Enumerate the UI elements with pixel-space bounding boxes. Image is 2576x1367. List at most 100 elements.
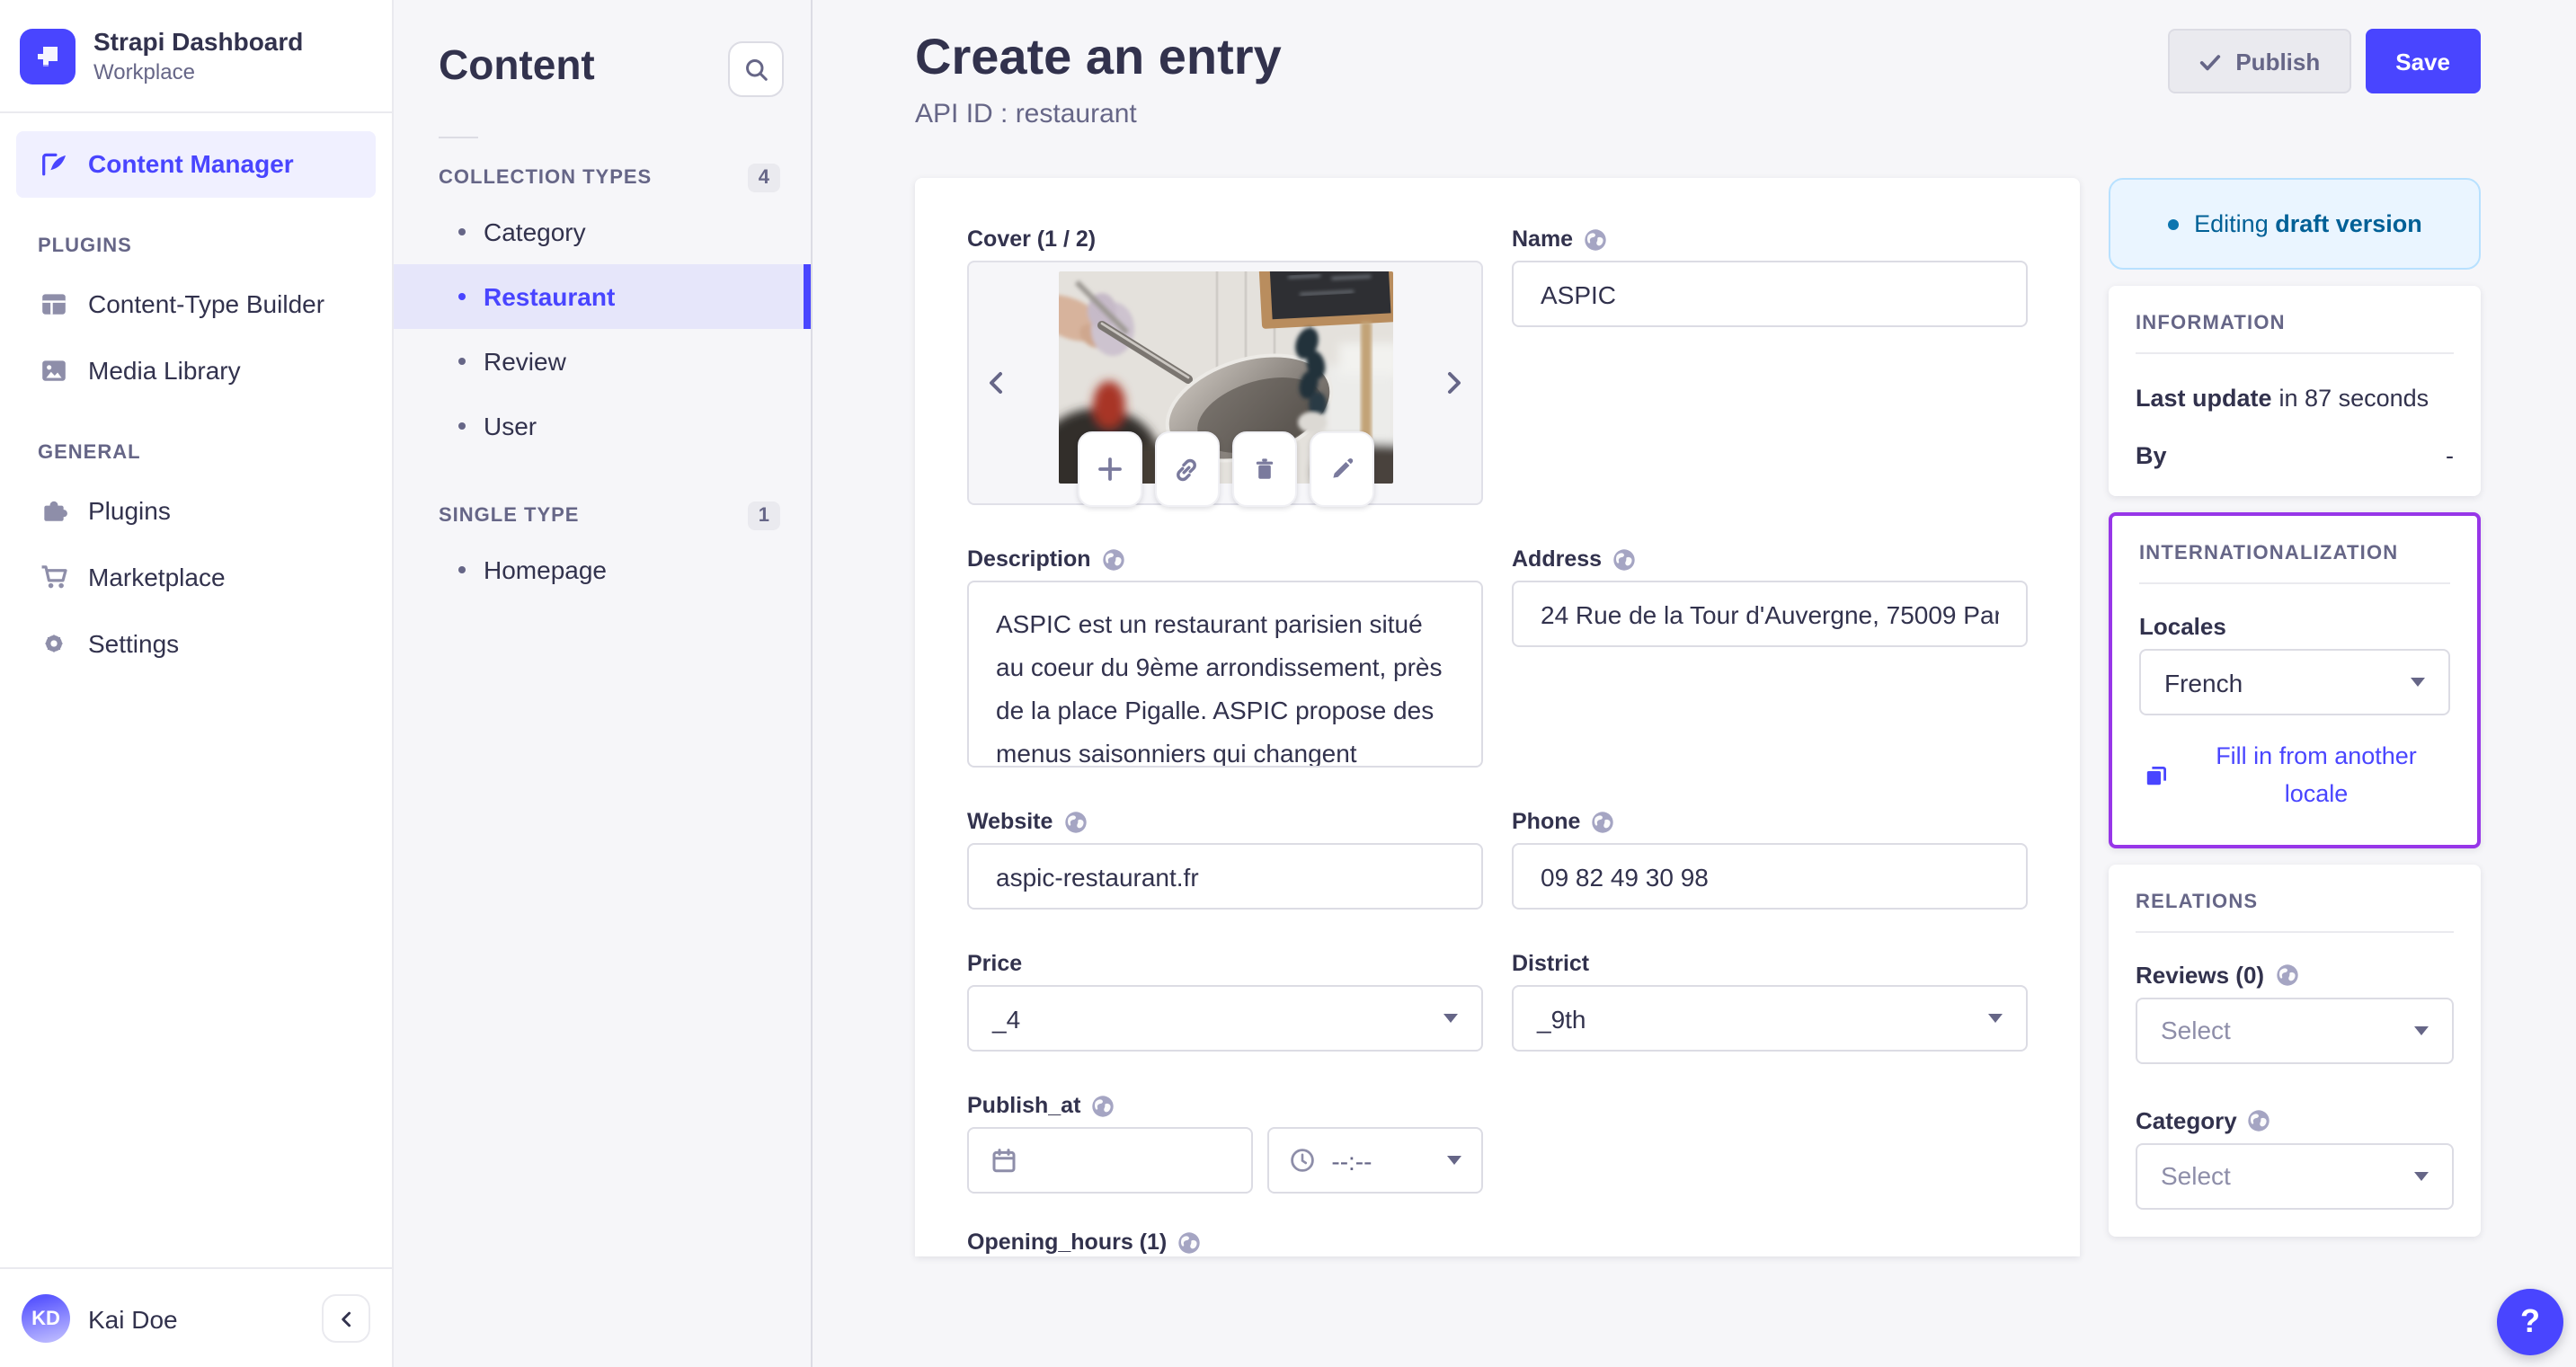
page-title: Create an entry: [915, 29, 1282, 84]
divider: [2136, 930, 2454, 933]
chevron-right-icon: [1448, 372, 1461, 394]
search-button[interactable]: [728, 41, 784, 97]
globe-icon: [1063, 810, 1087, 833]
workspace-name: Workplace: [93, 58, 195, 84]
sidebar-item-settings[interactable]: Settings: [16, 610, 376, 677]
pencil-icon: [1332, 458, 1353, 478]
layout-icon: [38, 289, 68, 318]
reviews-select[interactable]: Select: [2136, 997, 2454, 1064]
collection-type-review[interactable]: Review: [394, 329, 811, 394]
bullet-icon: [458, 293, 466, 300]
carousel-next-button[interactable]: [1431, 262, 1478, 503]
publish-at-date-input[interactable]: [967, 1127, 1253, 1194]
chevron-down-icon: [2414, 1171, 2429, 1181]
sidebar-item-content-type-builder[interactable]: Content-Type Builder: [16, 271, 376, 337]
phone-input[interactable]: [1512, 843, 2028, 910]
website-input[interactable]: [967, 843, 1483, 910]
sidebar-footer: KD Kai Doe: [0, 1267, 392, 1367]
sidebar-item-label: Media Library: [88, 356, 241, 385]
bullet-icon: [458, 358, 466, 365]
search-icon: [745, 58, 767, 80]
collection-type-user[interactable]: User: [394, 394, 811, 458]
nav-section-general: GENERAL: [38, 441, 141, 463]
collapse-sidebar-button[interactable]: [322, 1294, 370, 1343]
single-type-label: SINGLE TYPE: [439, 505, 580, 527]
bullet-icon: [458, 422, 466, 430]
puzzle-icon: [38, 496, 68, 525]
publish-button[interactable]: Publish: [2167, 29, 2351, 93]
sidebar-item-label: Content Manager: [88, 149, 294, 178]
category-select[interactable]: Select: [2136, 1142, 2454, 1210]
collection-type-restaurant[interactable]: Restaurant: [394, 264, 811, 329]
chevron-down-icon: [1447, 1156, 1461, 1165]
globe-icon: [1102, 547, 1125, 571]
delete-asset-button[interactable]: [1231, 431, 1296, 507]
link-icon: [1177, 457, 1196, 481]
save-button[interactable]: Save: [2365, 29, 2481, 93]
main-area: Create an entry API ID : restaurant Publ…: [813, 0, 2576, 1367]
divider: [2139, 582, 2450, 584]
publish-at-label: Publish_at: [967, 1093, 1483, 1118]
user-name: Kai Doe: [88, 1304, 178, 1333]
locales-select[interactable]: French: [2139, 649, 2450, 715]
help-button[interactable]: ?: [2497, 1289, 2563, 1355]
feather-edit-icon: [38, 149, 68, 178]
globe-icon: [2248, 1109, 2271, 1132]
chevron-left-icon: [990, 372, 1002, 394]
edit-asset-button[interactable]: [1309, 431, 1373, 507]
bullet-icon: [458, 566, 466, 573]
calendar-icon: [992, 1149, 1016, 1173]
trash-icon: [1255, 458, 1273, 479]
last-update-row: Last update in 87 seconds: [2136, 385, 2429, 412]
sidebar-item-media-library[interactable]: Media Library: [16, 337, 376, 404]
app-title: Strapi Dashboard: [93, 27, 304, 56]
globe-icon: [1612, 547, 1636, 571]
publish-at-time-input[interactable]: --:--: [1266, 1127, 1483, 1194]
sidebar-nav: Content Manager PLUGINS Content-Type Bui…: [0, 112, 392, 1267]
single-type-count-badge: 1: [747, 502, 780, 530]
price-select[interactable]: _4: [967, 985, 1483, 1052]
content-panel: Content COLLECTION TYPES 4 Category Rest…: [394, 0, 813, 1367]
nav-section-plugins: PLUGINS: [38, 235, 132, 256]
time-placeholder: --:--: [1331, 1146, 1372, 1175]
district-select[interactable]: _9th: [1512, 985, 2028, 1052]
panel-title: Content: [439, 41, 595, 88]
cart-icon: [38, 563, 68, 591]
chevron-left-icon: [341, 1310, 351, 1327]
single-type-homepage[interactable]: Homepage: [394, 537, 811, 602]
cover-label: Cover (1 / 2): [967, 226, 1097, 252]
draft-status-banner: Editing draft version: [2109, 178, 2481, 270]
district-label: District: [1512, 951, 1590, 976]
opening-hours-label: Opening_hours (1): [967, 1229, 2028, 1255]
bullet-icon: [458, 228, 466, 235]
gear-icon: [38, 629, 68, 658]
relations-title: RELATIONS: [2136, 891, 2259, 913]
sidebar-item-content-manager[interactable]: Content Manager: [16, 130, 376, 197]
sidebar-item-marketplace[interactable]: Marketplace: [16, 544, 376, 610]
internationalization-card: INTERNATIONALIZATION Locales French Fill…: [2109, 512, 2481, 848]
workspace-header[interactable]: Strapi Dashboard Workplace: [0, 0, 392, 112]
chevron-down-icon: [2414, 1025, 2429, 1035]
avatar[interactable]: KD: [22, 1294, 70, 1343]
plus-icon: [1097, 457, 1121, 481]
globe-icon: [1591, 810, 1614, 833]
chevron-down-icon: [1988, 1014, 2003, 1023]
sidebar-item-plugins[interactable]: Plugins: [16, 477, 376, 544]
fill-from-locale-link[interactable]: Fill in from another locale: [2143, 739, 2447, 814]
main-sidebar: Strapi Dashboard Workplace Content Manag…: [0, 0, 394, 1367]
information-title: INFORMATION: [2136, 313, 2286, 334]
status-dot-icon: [2167, 218, 2179, 229]
reviews-label: Reviews (0): [2136, 962, 2454, 989]
category-label: Category: [2136, 1107, 2454, 1134]
collection-type-category[interactable]: Category: [394, 200, 811, 264]
name-input[interactable]: [1512, 261, 2028, 327]
image-icon: [38, 356, 68, 385]
locales-label: Locales: [2139, 613, 2226, 640]
description-textarea[interactable]: ASPIC est un restaurant parisien situé a…: [967, 581, 1483, 768]
divider: [2136, 352, 2454, 354]
copy-link-button[interactable]: [1154, 431, 1219, 507]
add-asset-button[interactable]: [1077, 431, 1141, 507]
address-input[interactable]: [1512, 581, 2028, 647]
chevron-down-icon: [2411, 678, 2425, 687]
carousel-prev-button[interactable]: [973, 262, 1019, 503]
